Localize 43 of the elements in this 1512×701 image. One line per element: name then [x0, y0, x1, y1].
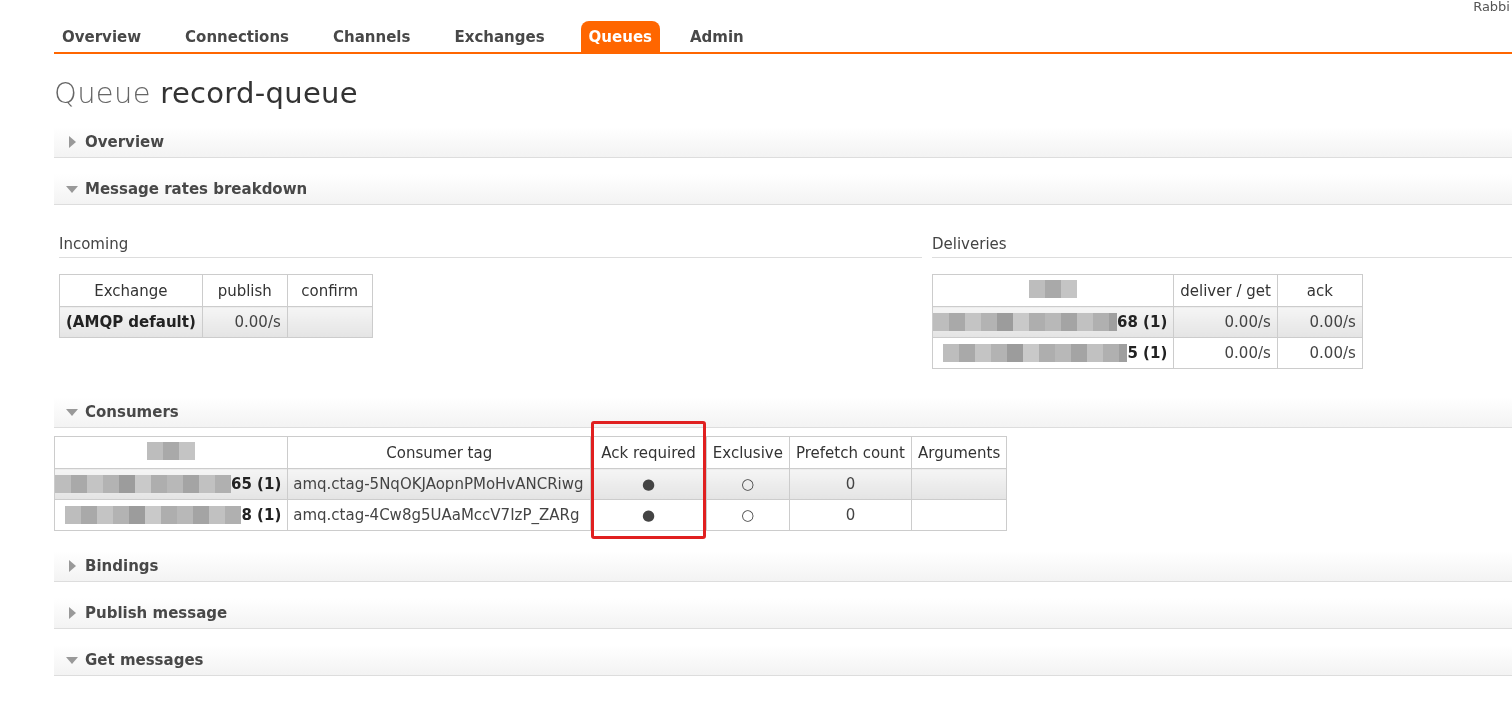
table-cell: 0 [789, 468, 912, 500]
column-header: Prefetch count [795, 443, 905, 462]
channel-name[interactable]: 68 (1) [1117, 313, 1168, 331]
table-cell: 0.00/s [202, 306, 288, 338]
table-cell: 0.00/s [1173, 306, 1278, 338]
table-cell: ○ [706, 499, 790, 531]
channel-name[interactable]: 8 (1) [241, 506, 282, 524]
table-cell: 0.00/s [1277, 306, 1363, 338]
column-header: publish [202, 274, 288, 307]
subsection-title: Deliveries [932, 235, 1512, 258]
section-title: Bindings [85, 557, 159, 575]
table-cell: amq.ctag-4Cw8g5UAaMccV7IzP_ZARg [287, 499, 591, 531]
nav-tab[interactable]: Channels [325, 21, 419, 52]
column-header: Consumer tag [386, 443, 493, 462]
table-cell: amq.ctag-5NqOKJAopnPMoHvANCRiwg [287, 468, 591, 500]
table-cell: (AMQP default) [59, 306, 203, 338]
nav-tab[interactable]: Admin [682, 21, 752, 52]
section-title: Publish message [85, 604, 228, 622]
column-header: Ack required [601, 443, 696, 462]
column-header: confirm [287, 274, 373, 307]
section-title: Overview [85, 133, 165, 151]
nav-tab[interactable]: Connections [177, 21, 298, 52]
section-title: Message rates breakdown [85, 180, 308, 198]
table-cell: 0.00/s [1277, 337, 1363, 369]
column-header: ack [1277, 274, 1363, 307]
subsection-title: Incoming [59, 235, 922, 258]
column-header: Arguments [918, 443, 1001, 462]
section-title: Get messages [85, 651, 204, 669]
column-header: Exchange [59, 274, 203, 307]
section-title: Consumers [85, 403, 179, 421]
page-title: Queue record-queue [54, 76, 359, 110]
table-cell: 0.00/s [1173, 337, 1278, 369]
brand-text: Rabbi [1473, 0, 1510, 14]
column-header: deliver / get [1173, 274, 1278, 307]
redaction-drawing [147, 441, 196, 460]
channel-name[interactable]: 5 (1) [1127, 344, 1168, 362]
channel-name[interactable]: 65 (1) [231, 475, 282, 493]
redaction-drawing [1029, 279, 1078, 298]
nav-tab[interactable]: Overview [54, 21, 150, 52]
nav-tab[interactable]: Exchanges [446, 21, 553, 52]
table-cell: 0 [789, 499, 912, 531]
column-header: Exclusive [712, 443, 783, 462]
table-cell: ○ [706, 468, 790, 500]
